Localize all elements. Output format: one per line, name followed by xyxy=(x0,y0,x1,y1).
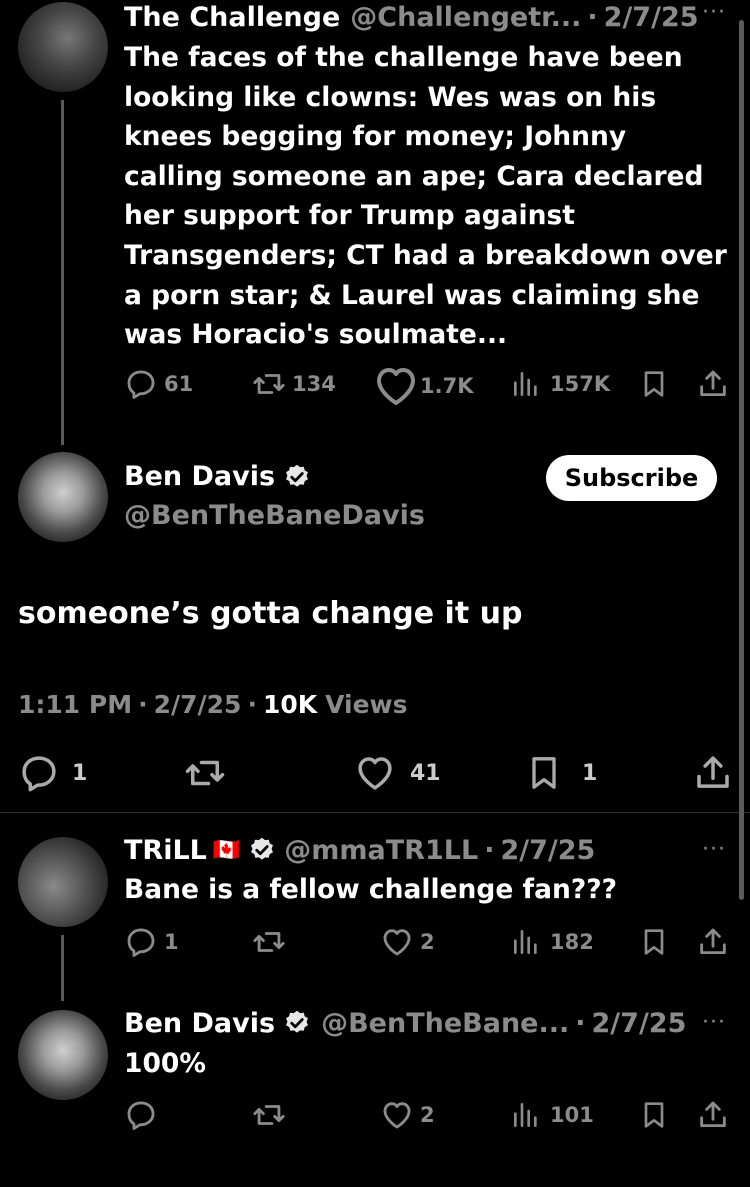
retweet-button[interactable] xyxy=(252,925,286,959)
canada-flag-icon: 🇨🇦 xyxy=(212,837,241,863)
tweet-header: Ben Davis @BenTheBane... · 2/7/25 xyxy=(124,1006,686,1040)
views-icon xyxy=(510,367,542,401)
avatar[interactable] xyxy=(18,837,108,927)
bookmark-button[interactable] xyxy=(638,1098,670,1132)
like-icon xyxy=(380,925,414,959)
author-handle[interactable]: @BenTheBaneDavis xyxy=(124,500,425,531)
author-handle[interactable]: @BenTheBane... xyxy=(321,1008,569,1039)
reply-button[interactable]: 1 xyxy=(18,752,87,794)
share-button[interactable] xyxy=(696,925,730,959)
tweet-header: TRiLL 🇨🇦 @mmaTR1LL · 2/7/25 xyxy=(124,833,595,867)
bookmark-icon xyxy=(638,1098,670,1132)
retweet-icon xyxy=(252,1098,286,1132)
like-icon xyxy=(372,362,420,410)
retweet-button[interactable] xyxy=(252,1098,286,1132)
like-button[interactable]: 1.7K xyxy=(372,362,473,410)
views-icon xyxy=(510,1098,542,1132)
reply-button[interactable]: 1 xyxy=(124,925,179,959)
author-handle[interactable]: @Challengetr... xyxy=(350,2,581,33)
tweet-meta: 1:11 PM · 2/7/25 · 10K Views xyxy=(18,690,408,719)
author-name[interactable]: The Challenge xyxy=(124,2,340,33)
author-row: Ben Davis xyxy=(124,461,311,492)
retweet-icon xyxy=(252,367,286,401)
tweet-text: Bane is a fellow challenge fan??? xyxy=(124,874,617,905)
tweet-header: The Challenge @Challengetr... · 2/7/25 xyxy=(124,0,699,34)
share-button[interactable] xyxy=(696,1098,730,1132)
more-icon[interactable]: ··· xyxy=(702,837,726,862)
thread-line xyxy=(61,935,64,1001)
more-icon[interactable]: ··· xyxy=(702,1010,726,1035)
verified-icon xyxy=(283,463,311,491)
share-button[interactable] xyxy=(696,367,730,401)
views-count: 10K xyxy=(262,690,318,719)
thread-line xyxy=(61,100,64,445)
bookmark-button[interactable] xyxy=(638,367,670,401)
retweet-icon xyxy=(252,925,286,959)
share-icon xyxy=(696,925,730,959)
author-name[interactable]: Ben Davis xyxy=(124,461,275,492)
avatar[interactable] xyxy=(18,452,108,542)
tweet-text: The faces of the challenge have been loo… xyxy=(124,42,727,351)
share-icon xyxy=(692,752,734,794)
separator: · xyxy=(587,1,598,33)
bookmark-button[interactable] xyxy=(638,925,670,959)
verified-icon xyxy=(283,1009,311,1037)
tweet-date[interactable]: 2/7/25 xyxy=(500,835,595,866)
reply-icon xyxy=(124,1098,158,1132)
like-button[interactable]: 41 xyxy=(354,752,441,794)
views-icon xyxy=(510,925,542,959)
verified-icon xyxy=(248,836,276,864)
tweet-text: someone’s gotta change it up xyxy=(18,596,523,631)
views-button[interactable]: 182 xyxy=(510,925,594,959)
views-label: Views xyxy=(325,690,408,719)
tweet-date[interactable]: 2/7/25 xyxy=(592,1008,687,1039)
author-name[interactable]: Ben Davis xyxy=(124,1008,275,1039)
author-name[interactable]: TRiLL xyxy=(124,835,207,866)
share-icon xyxy=(696,1098,730,1132)
views-button[interactable]: 157K xyxy=(510,367,610,401)
more-icon[interactable]: ··· xyxy=(702,0,726,25)
share-icon xyxy=(696,367,730,401)
retweet-button[interactable]: 134 xyxy=(252,367,336,401)
bookmark-icon xyxy=(638,925,670,959)
scrollbar[interactable] xyxy=(739,20,744,900)
author-handle[interactable]: @mmaTR1LL xyxy=(284,835,478,866)
separator: · xyxy=(138,690,148,719)
separator: · xyxy=(484,834,495,866)
like-icon xyxy=(354,752,396,794)
like-button[interactable]: 2 xyxy=(380,1098,435,1132)
like-button[interactable]: 2 xyxy=(380,925,435,959)
divider xyxy=(0,812,750,813)
retweet-icon xyxy=(184,752,226,794)
reply-icon xyxy=(124,925,158,959)
avatar[interactable] xyxy=(18,2,108,92)
bookmark-icon xyxy=(524,752,564,794)
tweet-date[interactable]: 2/7/25 xyxy=(604,2,699,33)
bookmark-icon xyxy=(638,367,670,401)
reply-button[interactable]: 61 xyxy=(124,367,193,401)
subscribe-button[interactable]: Subscribe xyxy=(546,455,717,501)
views-button[interactable]: 101 xyxy=(510,1098,594,1132)
retweet-button[interactable] xyxy=(184,752,226,794)
reply-button[interactable] xyxy=(124,1098,158,1132)
reply-icon xyxy=(124,367,158,401)
separator: · xyxy=(247,690,257,719)
share-button[interactable] xyxy=(692,752,734,794)
avatar[interactable] xyxy=(18,1010,108,1100)
like-icon xyxy=(380,1098,414,1132)
tweet-time[interactable]: 1:11 PM xyxy=(18,690,132,719)
separator: · xyxy=(575,1007,586,1039)
reply-icon xyxy=(18,752,60,794)
tweet-text: 100% xyxy=(124,1048,206,1079)
tweet-date[interactable]: 2/7/25 xyxy=(154,690,242,719)
bookmark-button[interactable]: 1 xyxy=(524,752,597,794)
